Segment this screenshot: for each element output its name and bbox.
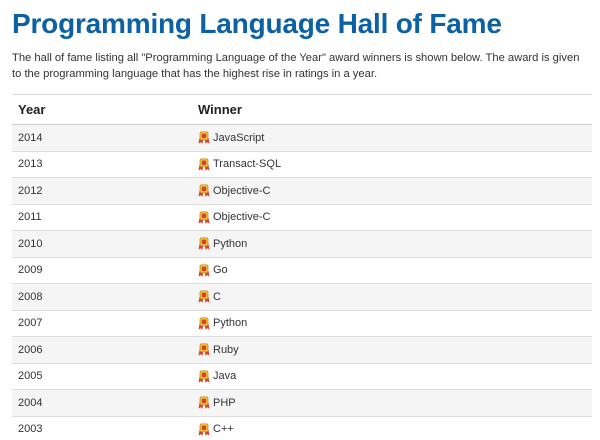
table-row: 2011 Objective-C	[12, 204, 592, 231]
table-header-row: Year Winner	[12, 94, 592, 125]
award-medal-icon	[198, 396, 210, 410]
award-medal-icon	[198, 237, 210, 251]
table-row: 2008 C	[12, 283, 592, 311]
winner-content: Python	[198, 237, 592, 251]
winner-name: Python	[213, 237, 248, 250]
winner-content: Transact-SQL	[198, 158, 592, 171]
table-row: 2014 JavaScript	[12, 124, 592, 152]
award-medal-icon	[198, 184, 210, 198]
winner-content: Python	[198, 317, 592, 330]
award-medal-icon	[198, 264, 210, 277]
winner-cell: C	[192, 283, 592, 311]
hall-of-fame-table: Year Winner 2014 JavaScript 2013 Transact-S…	[12, 94, 592, 440]
year-cell: 2008	[12, 283, 192, 311]
year-cell: 2009	[12, 257, 192, 284]
table-row: 2004 PHP	[12, 389, 592, 417]
winner-cell: JavaScript	[192, 124, 592, 152]
winner-cell: Python	[192, 310, 592, 337]
winner-content: C	[198, 290, 592, 304]
page-title: Programming Language Hall of Fame	[12, 8, 502, 39]
table-body: 2014 JavaScript 2013 Transact-SQL 2012 Object…	[12, 124, 592, 440]
table-row: 2012 Objective-C	[12, 177, 592, 205]
year-cell: 2004	[12, 389, 192, 417]
winner-name: Python	[213, 317, 248, 330]
award-medal-icon	[198, 370, 210, 383]
year-cell: 2010	[12, 230, 192, 258]
winner-name: C	[213, 290, 221, 303]
year-cell: 2013	[12, 151, 192, 178]
table-row: 2013 Transact-SQL	[12, 151, 592, 178]
winner-column-header: Winner	[192, 94, 592, 125]
winner-content: Objective-C	[198, 184, 592, 198]
table-row: 2006 Ruby	[12, 336, 592, 364]
year-cell: 2011	[12, 204, 192, 231]
intro-paragraph: The hall of fame listing all "Programmin…	[12, 52, 580, 80]
winner-name: PHP	[213, 396, 236, 409]
table-row: 2007 Python	[12, 310, 592, 337]
winner-cell: PHP	[192, 389, 592, 417]
award-medal-icon	[198, 211, 210, 224]
winner-name: Ruby	[213, 343, 239, 356]
winner-cell: Python	[192, 230, 592, 258]
year-cell: 2003	[12, 416, 192, 440]
winner-name: C++	[213, 423, 234, 436]
winner-name: Java	[213, 370, 237, 383]
year-cell: 2014	[12, 124, 192, 152]
table-row: 2009 Go	[12, 257, 592, 284]
award-medal-icon	[198, 131, 210, 145]
winner-content: Ruby	[198, 343, 592, 357]
award-medal-icon	[198, 423, 210, 436]
winner-name: Objective-C	[213, 184, 271, 197]
winner-cell: Objective-C	[192, 177, 592, 205]
winner-content: JavaScript	[198, 131, 592, 145]
winner-name: Transact-SQL	[213, 158, 282, 171]
winner-name: Go	[213, 264, 228, 277]
table-row: 2010 Python	[12, 230, 592, 258]
year-cell: 2005	[12, 363, 192, 390]
winner-cell: Objective-C	[192, 204, 592, 231]
winner-content: PHP	[198, 396, 592, 410]
year-cell: 2012	[12, 177, 192, 205]
award-medal-icon	[198, 158, 210, 171]
winner-content: Objective-C	[198, 211, 592, 224]
year-cell: 2006	[12, 336, 192, 364]
table-row: 2005 Java	[12, 363, 592, 390]
hall-of-fame-page: Programming Language Hall of Fame The ha…	[0, 0, 600, 440]
winner-content: C++	[198, 423, 592, 436]
award-medal-icon	[198, 343, 210, 357]
winner-name: JavaScript	[213, 131, 265, 144]
winner-name: Objective-C	[213, 211, 271, 224]
winner-cell: C++	[192, 416, 592, 440]
winner-cell: Transact-SQL	[192, 151, 592, 178]
award-medal-icon	[198, 290, 210, 304]
winner-cell: Java	[192, 363, 592, 390]
year-cell: 2007	[12, 310, 192, 337]
award-medal-icon	[198, 317, 210, 330]
winner-cell: Ruby	[192, 336, 592, 364]
table-row: 2003 C++	[12, 416, 592, 440]
winner-content: Go	[198, 264, 592, 277]
year-column-header: Year	[12, 94, 192, 125]
winner-cell: Go	[192, 257, 592, 284]
winner-content: Java	[198, 370, 592, 383]
